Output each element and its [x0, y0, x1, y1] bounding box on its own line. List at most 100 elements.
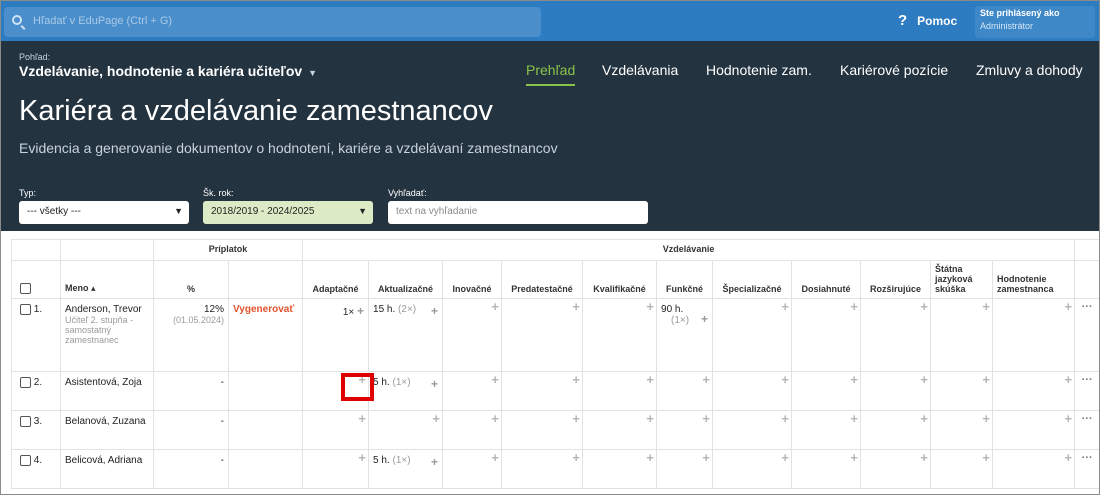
row-checkbox[interactable] — [20, 455, 31, 466]
plus-icon[interactable]: + — [657, 450, 712, 464]
plus-icon[interactable]: + — [993, 299, 1074, 313]
tab-hodnotenie[interactable]: Hodnotenie zam. — [706, 62, 812, 84]
kvalifikacne-cell[interactable]: + — [582, 298, 658, 372]
tab-zmluvy[interactable]: Zmluvy a dohody — [976, 62, 1083, 84]
plus-icon[interactable]: + — [443, 372, 501, 386]
plus-icon[interactable]: + — [792, 372, 860, 386]
more-icon[interactable]: ··· — [1074, 410, 1099, 450]
employee-name[interactable]: Asistentová, Zoja — [65, 377, 149, 388]
plus-icon[interactable]: + — [303, 450, 368, 464]
select-all-checkbox[interactable] — [20, 283, 31, 294]
predatestacne-cell[interactable]: + — [501, 298, 584, 372]
plus-icon[interactable]: + — [713, 450, 791, 464]
predatestacne-cell[interactable]: + — [501, 410, 584, 450]
plus-icon[interactable]: + — [357, 304, 364, 318]
plus-icon[interactable]: + — [657, 411, 712, 425]
plus-icon[interactable]: + — [931, 411, 992, 425]
plus-icon[interactable]: + — [431, 377, 438, 391]
help-button[interactable]: ? Pomoc — [898, 12, 957, 29]
adaptacne-cell[interactable]: + — [302, 449, 370, 489]
inovacne-cell[interactable]: + — [442, 449, 503, 489]
plus-icon[interactable]: + — [583, 299, 656, 313]
hodnotenie-cell[interactable]: + — [992, 410, 1076, 450]
plus-icon[interactable]: + — [502, 411, 582, 425]
plus-icon[interactable]: + — [369, 411, 442, 425]
inovacne-cell[interactable]: + — [442, 371, 503, 411]
inovacne-cell[interactable]: + — [442, 298, 503, 372]
plus-icon[interactable]: + — [303, 411, 368, 425]
aktualizacne-cell[interactable]: 15 h. (2×) + — [368, 298, 444, 372]
row-checkbox[interactable] — [20, 377, 31, 388]
rozsirujuce-cell[interactable]: + — [860, 371, 932, 411]
employee-name[interactable]: Belanová, Zuzana — [65, 416, 149, 427]
jazykova-cell[interactable]: + — [930, 298, 994, 372]
filter-type-select[interactable]: --- všetky --- ▼ — [19, 201, 189, 224]
plus-icon[interactable]: + — [931, 372, 992, 386]
inovacne-cell[interactable]: + — [442, 410, 503, 450]
plus-icon[interactable]: + — [443, 299, 501, 313]
rozsirujuce-cell[interactable]: + — [860, 298, 932, 372]
more-icon[interactable]: ··· — [1074, 298, 1099, 372]
predatestacne-cell[interactable]: + — [501, 371, 584, 411]
plus-icon[interactable]: + — [583, 450, 656, 464]
plus-icon[interactable]: + — [792, 299, 860, 313]
plus-icon[interactable]: + — [993, 411, 1074, 425]
specializacne-cell[interactable]: + — [712, 410, 793, 450]
more-icon[interactable]: ··· — [1074, 371, 1099, 411]
plus-icon[interactable]: + — [701, 312, 708, 326]
rozsirujuce-cell[interactable]: + — [860, 449, 932, 489]
plus-icon[interactable]: + — [303, 372, 368, 386]
plus-icon[interactable]: + — [443, 411, 501, 425]
login-selector[interactable]: Ste prihlásený ako Administrátor — [975, 6, 1095, 38]
plus-icon[interactable]: + — [861, 411, 930, 425]
plus-icon[interactable]: + — [583, 372, 656, 386]
plus-icon[interactable]: + — [657, 372, 712, 386]
kvalifikacne-cell[interactable]: + — [582, 410, 658, 450]
jazykova-cell[interactable]: + — [930, 449, 994, 489]
plus-icon[interactable]: + — [583, 411, 656, 425]
specializacne-cell[interactable]: + — [712, 449, 793, 489]
filter-search-input[interactable]: text na vyhľadanie — [388, 201, 648, 224]
adaptacne-cell[interactable]: + — [302, 371, 370, 411]
plus-icon[interactable]: + — [861, 372, 930, 386]
hodnotenie-cell[interactable]: + — [992, 449, 1076, 489]
dosiahnute-cell[interactable]: + — [791, 298, 862, 372]
plus-icon[interactable]: + — [993, 372, 1074, 386]
plus-icon[interactable]: + — [431, 304, 438, 318]
funkcne-cell[interactable]: + — [656, 449, 714, 489]
employee-name[interactable]: Belicová, Adriana — [65, 455, 149, 466]
specializacne-cell[interactable]: + — [712, 298, 793, 372]
view-selector[interactable]: Vzdelávanie, hodnotenie a kariéra učiteľ… — [19, 63, 317, 79]
plus-icon[interactable]: + — [713, 372, 791, 386]
filter-year-select[interactable]: 2018/2019 - 2024/2025 ▼ — [203, 201, 373, 224]
jazykova-cell[interactable]: + — [930, 410, 994, 450]
kvalifikacne-cell[interactable]: + — [582, 449, 658, 489]
plus-icon[interactable]: + — [443, 450, 501, 464]
plus-icon[interactable]: + — [861, 450, 930, 464]
adaptacne-cell[interactable]: 1× + — [302, 298, 370, 372]
generate-link[interactable]: Vygenerovať — [233, 304, 294, 315]
plus-icon[interactable]: + — [931, 299, 992, 313]
hodnotenie-cell[interactable]: + — [992, 298, 1076, 372]
more-icon[interactable]: ··· — [1074, 449, 1099, 489]
row-checkbox[interactable] — [20, 304, 31, 315]
plus-icon[interactable]: + — [431, 455, 438, 469]
funkcne-cell[interactable]: + — [656, 410, 714, 450]
plus-icon[interactable]: + — [713, 299, 791, 313]
column-header-meno[interactable]: Meno ▴ — [60, 260, 154, 299]
rozsirujuce-cell[interactable]: + — [860, 410, 932, 450]
dosiahnute-cell[interactable]: + — [791, 410, 862, 450]
plus-icon[interactable]: + — [861, 299, 930, 313]
row-checkbox[interactable] — [20, 416, 31, 427]
plus-icon[interactable]: + — [792, 450, 860, 464]
aktualizacne-cell[interactable]: 5 h. (1×) + — [368, 371, 444, 411]
predatestacne-cell[interactable]: + — [501, 449, 584, 489]
plus-icon[interactable]: + — [713, 411, 791, 425]
tab-prehlad[interactable]: Prehľad — [526, 62, 576, 86]
funkcne-cell[interactable]: +90 h. (1×) — [656, 298, 714, 372]
jazykova-cell[interactable]: + — [930, 371, 994, 411]
plus-icon[interactable]: + — [792, 411, 860, 425]
adaptacne-cell[interactable]: + — [302, 410, 370, 450]
specializacne-cell[interactable]: + — [712, 371, 793, 411]
plus-icon[interactable]: + — [502, 372, 582, 386]
